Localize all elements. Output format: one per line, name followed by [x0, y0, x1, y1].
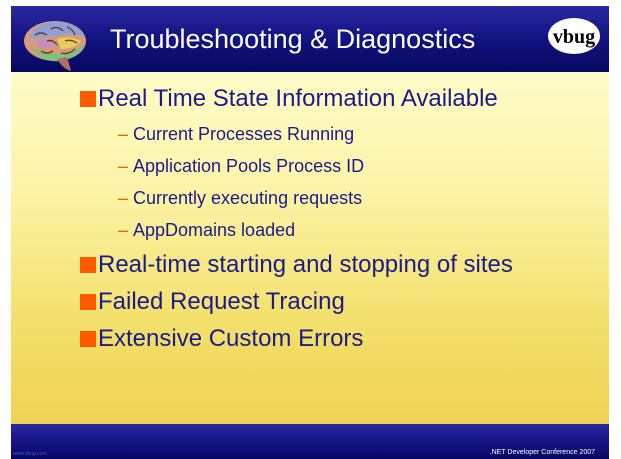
slide: Troubleshooting & Diagnostics vbug Real … — [11, 6, 609, 459]
sub-bullet-marker: – — [118, 220, 129, 240]
vbug-logo: vbug — [548, 18, 600, 54]
slide-content: Real Time State Information Available – … — [11, 72, 609, 424]
bullet-square-icon — [80, 91, 96, 107]
bullet-item: Extensive Custom Errors — [11, 323, 609, 355]
bullet-item: Real-time starting and stopping of sites — [11, 249, 609, 281]
bullet-text: Extensive Custom Errors — [98, 325, 364, 352]
sub-bullet-item: – Current Processes Running — [11, 121, 609, 147]
bullet-item: Failed Request Tracing — [11, 286, 609, 318]
footer-url: www.vbug.com — [13, 451, 47, 457]
bullet-text: Failed Request Tracing — [98, 288, 345, 315]
sub-bullet-text: Currently executing requests — [133, 188, 363, 208]
footer-caption: .NET Developer Conference 2007 — [489, 449, 595, 456]
sub-bullet-item: – Application Pools Process ID — [11, 153, 609, 179]
svg-text:vbug: vbug — [553, 26, 595, 48]
sub-bullet-item: – Currently executing requests — [11, 185, 609, 211]
sub-bullet-marker: – — [118, 188, 129, 208]
sub-bullet-text: Current Processes Running — [133, 124, 355, 144]
bullet-square-icon — [80, 331, 96, 347]
bullet-text: Real Time State Information Available — [98, 85, 498, 112]
sub-bullet-item: – AppDomains loaded — [11, 217, 609, 243]
bullet-square-icon — [80, 257, 96, 273]
sub-bullet-text: Application Pools Process ID — [133, 156, 365, 176]
bullet-square-icon — [80, 294, 96, 310]
sub-bullet-marker: – — [118, 124, 129, 144]
sub-bullet-text: AppDomains loaded — [133, 220, 296, 240]
slide-header: Troubleshooting & Diagnostics vbug — [11, 6, 609, 72]
brain-icon — [24, 21, 86, 71]
sub-bullet-marker: – — [118, 156, 129, 176]
bullet-item: Real Time State Information Available — [11, 83, 609, 115]
bullet-text: Real-time starting and stopping of sites — [98, 251, 513, 278]
slide-footer: www.vbug.com .NET Developer Conference 2… — [11, 424, 609, 459]
page-title: Troubleshooting & Diagnostics — [110, 24, 476, 54]
